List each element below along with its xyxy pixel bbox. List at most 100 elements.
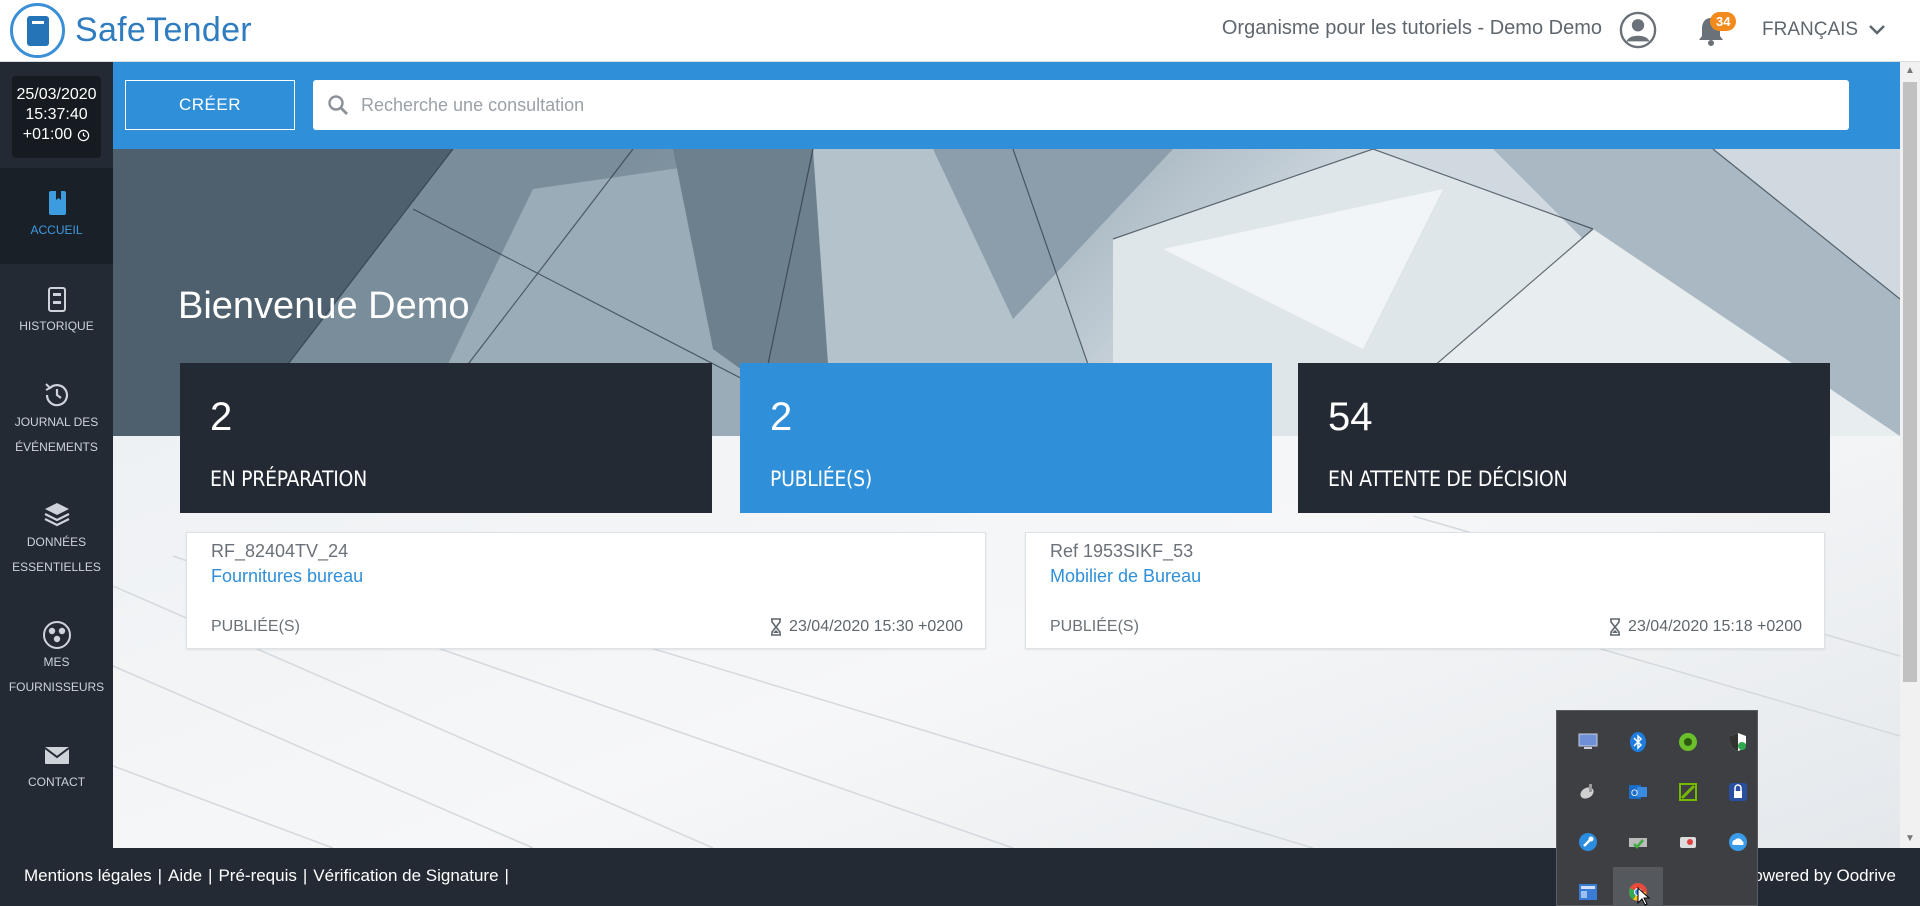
sidebar-item-label: ACCUEIL <box>30 223 83 237</box>
footer-link-aide[interactable]: Aide <box>168 866 202 886</box>
sidebar-item-label: HISTORIQUE <box>19 319 94 333</box>
separator: | <box>504 866 509 885</box>
sidebar: 25/03/2020 15:37:40 +01:00 ACCUEIL HISTO… <box>0 62 113 848</box>
logo-text: SafeTender <box>75 11 252 49</box>
hourglass-icon <box>771 618 782 636</box>
layers-icon <box>44 503 69 527</box>
usb-drive-icon <box>1629 838 1647 849</box>
archive-icon <box>47 287 66 312</box>
scroll-down-arrow[interactable]: ▼ <box>1900 830 1920 848</box>
vertical-scrollbar[interactable]: ▲ ▼ <box>1900 62 1920 848</box>
history-icon <box>44 383 68 407</box>
svg-text:O: O <box>1631 788 1638 798</box>
tray-item[interactable] <box>1563 767 1613 817</box>
stat-value: 2 <box>770 395 793 439</box>
tray-item[interactable] <box>1663 817 1713 867</box>
consultation-deadline: 23/04/2020 15:30 +0200 <box>769 618 963 636</box>
tray-item[interactable]: O <box>1613 767 1663 817</box>
tray-item[interactable] <box>1563 717 1613 767</box>
clock-widget: 25/03/2020 15:37:40 +01:00 <box>12 76 101 158</box>
outlook-icon: O <box>1629 785 1647 799</box>
green-circle-icon <box>1679 733 1697 751</box>
logo[interactable]: SafeTender <box>10 3 252 58</box>
camera-icon <box>1680 837 1696 848</box>
stat-card-publiees[interactable]: 2 PUBLIÉE(S) <box>740 363 1272 513</box>
tray-item[interactable] <box>1663 717 1713 767</box>
clock-date: 25/03/2020 <box>16 86 97 103</box>
scroll-up-arrow[interactable]: ▲ <box>1900 62 1920 80</box>
sidebar-item-journal[interactable]: JOURNAL DES ÉVÉNEMENTS <box>0 360 113 470</box>
sidebar-item-label: JOURNAL DES <box>14 415 99 429</box>
consultation-status: PUBLIÉE(S) <box>211 618 300 635</box>
bluetooth-icon <box>1630 732 1646 752</box>
stat-card-preparation[interactable]: 2 EN PRÉPARATION <box>180 363 712 513</box>
tray-item[interactable] <box>1613 817 1663 867</box>
tray-item[interactable] <box>1563 817 1613 867</box>
language-selector[interactable]: FRANÇAIS <box>1762 19 1886 41</box>
monitor-icon <box>1578 733 1598 749</box>
search-input[interactable] <box>361 94 1761 116</box>
sidebar-item-label: FOURNISSEURS <box>8 680 105 694</box>
toolbar: CRÉER <box>113 62 1900 149</box>
consultation-card[interactable]: Ref 1953SIKF_53 Mobilier de Bureau PUBLI… <box>1025 532 1825 649</box>
separator: | <box>157 866 162 885</box>
sidebar-item-historique[interactable]: HISTORIQUE <box>0 264 113 360</box>
tray-item[interactable] <box>1613 717 1663 767</box>
stat-card-attente-decision[interactable]: 54 EN ATTENTE DE DÉCISION <box>1298 363 1830 513</box>
stat-label: EN PRÉPARATION <box>210 467 367 491</box>
cloud-icon <box>1729 833 1747 851</box>
tray-item[interactable] <box>1713 817 1763 867</box>
shield-icon <box>1730 733 1746 751</box>
network-icon <box>1579 884 1597 900</box>
consultation-card[interactable]: RF_82404TV_24 Fournitures bureau PUBLIÉE… <box>186 532 986 649</box>
book-icon <box>48 191 66 215</box>
tray-item[interactable] <box>1663 767 1713 817</box>
clock-timezone: +01:00 <box>22 126 73 143</box>
organisation-name: Organisme pour les tutoriels - Demo Demo <box>1221 17 1602 39</box>
lock-icon <box>1729 783 1747 801</box>
separator: | <box>302 866 308 885</box>
clock-time: 15:37:40 <box>25 106 88 123</box>
user-avatar-icon[interactable] <box>1619 11 1657 49</box>
sidebar-item-label: MES <box>43 655 70 669</box>
footer-link-mentions[interactable]: Mentions légales <box>24 866 152 886</box>
language-label: FRANÇAIS <box>1762 19 1859 40</box>
hourglass-icon <box>1610 618 1621 636</box>
system-tray-overflow: O <box>1556 710 1758 906</box>
welcome-heading: Bienvenue Demo <box>178 285 470 327</box>
users-icon <box>42 621 71 649</box>
create-button[interactable]: CRÉER <box>125 80 295 130</box>
stat-value: 2 <box>210 395 233 439</box>
powered-by: owered by Oodrive <box>1753 866 1896 885</box>
consultation-title-link[interactable]: Fournitures bureau <box>211 566 363 587</box>
sidebar-item-accueil[interactable]: ACCUEIL <box>0 168 113 264</box>
sidebar-item-contact[interactable]: CONTACT <box>0 720 113 816</box>
consultation-ref: Ref 1953SIKF_53 <box>1050 541 1194 561</box>
search-box[interactable] <box>313 80 1849 130</box>
tray-item[interactable] <box>1713 767 1763 817</box>
sidebar-item-label: DONNÉES <box>26 535 87 549</box>
footer-link-verification-signature[interactable]: Vérification de Signature <box>313 866 498 886</box>
consultation-deadline: 23/04/2020 15:18 +0200 <box>1608 618 1802 636</box>
notification-badge: 34 <box>1710 12 1737 31</box>
tray-item[interactable] <box>1563 867 1613 906</box>
top-header: SafeTender Organisme pour les tutoriels … <box>0 0 1920 62</box>
deadline-text: 23/04/2020 15:30 +0200 <box>789 618 963 635</box>
consultation-ref: RF_82404TV_24 <box>211 541 349 561</box>
envelope-icon <box>43 747 70 764</box>
footer-link-prerequis[interactable]: Pré-requis <box>218 866 296 886</box>
separator: | <box>208 866 213 885</box>
sidebar-item-donnees[interactable]: DONNÉES ESSENTIELLES <box>0 480 113 590</box>
consultation-title-link[interactable]: Mobilier de Bureau <box>1050 566 1201 587</box>
chevron-down-icon <box>1869 25 1885 35</box>
scrollbar-thumb[interactable] <box>1903 82 1917 682</box>
sidebar-item-fournisseurs[interactable]: MES FOURNISSEURS <box>0 600 113 710</box>
nvidia-icon <box>1679 783 1697 801</box>
logo-icon <box>10 3 65 58</box>
stat-label: PUBLIÉE(S) <box>770 467 872 491</box>
tray-item[interactable] <box>1713 717 1763 767</box>
satellite-icon <box>1580 784 1594 799</box>
sidebar-item-label: CONTACT <box>27 775 86 789</box>
wrench-icon <box>1579 833 1597 851</box>
stat-label: EN ATTENTE DE DÉCISION <box>1328 467 1568 491</box>
